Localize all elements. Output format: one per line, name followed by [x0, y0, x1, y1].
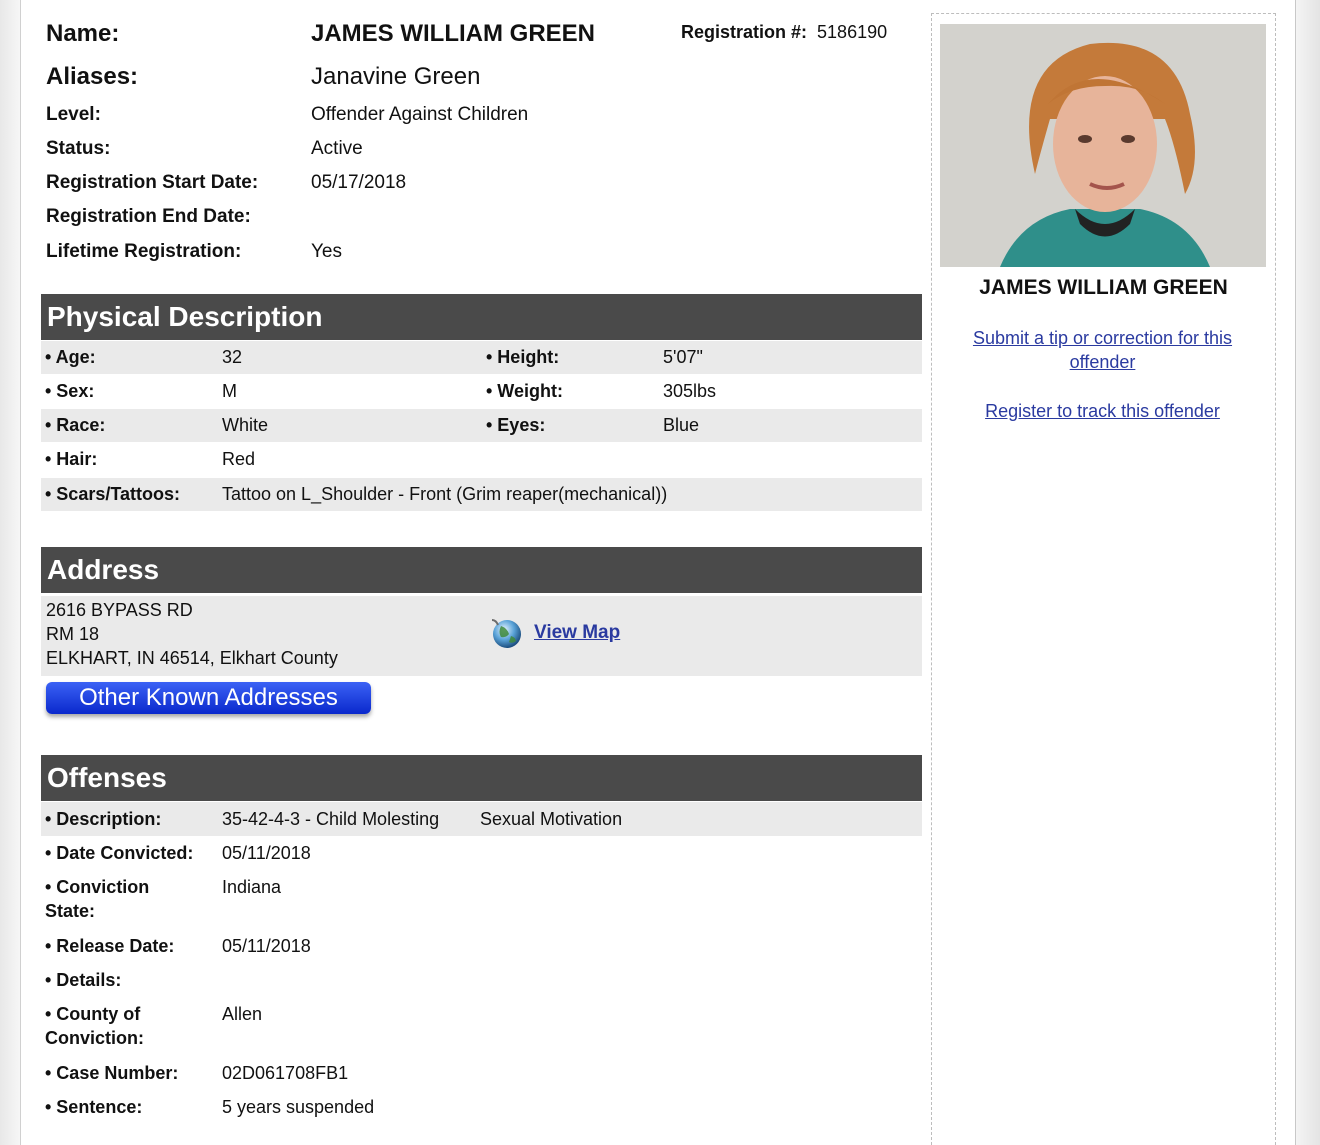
level-value: Offender Against Children — [311, 104, 529, 125]
county-label: • County of Conviction: — [45, 1004, 144, 1048]
offense-row-conviction-state: • Conviction State: Indiana — [41, 870, 922, 928]
aliases-label: Aliases: — [46, 63, 139, 90]
scars-label: • Scars/Tattoos: — [45, 484, 180, 504]
registration-value: 5186190 — [817, 22, 888, 42]
globe-icon[interactable] — [489, 616, 523, 650]
offense-row-description: • Description: 35-42-4-3 - Child Molesti… — [41, 802, 922, 836]
photo-placeholder-icon — [940, 24, 1266, 267]
description-extra: Sexual Motivation — [480, 809, 623, 829]
sex-value: M — [222, 381, 237, 401]
registration-number: Registration #: 5186190 — [681, 22, 887, 43]
physical-row-hair: • Hair: Red — [41, 443, 922, 476]
case-number-label: • Case Number: — [45, 1063, 179, 1083]
case-number-value: 02D061708FB1 — [222, 1063, 349, 1083]
eyes-value: Blue — [663, 415, 700, 435]
physical-row-sex-weight: • Sex: M • Weight: 305lbs — [41, 375, 922, 408]
lifetime-label: Lifetime Registration: — [46, 241, 242, 262]
conviction-state-value: Indiana — [222, 877, 282, 897]
address-header: Address — [41, 547, 922, 593]
offender-photo — [940, 24, 1266, 267]
description-label: • Description: — [45, 809, 162, 829]
offense-row-sentence: • Sentence: 5 years suspended — [41, 1090, 922, 1124]
view-map-link[interactable]: View Map — [534, 622, 620, 644]
other-known-addresses-button[interactable]: Other Known Addresses — [46, 682, 371, 714]
offense-row-details: • Details: — [41, 963, 922, 997]
physical-row-scars: • Scars/Tattoos: Tattoo on L_Shoulder - … — [41, 478, 922, 511]
address-line3: ELKHART, IN 46514, Elkhart County — [46, 648, 338, 668]
sentence-value: 5 years suspended — [222, 1097, 375, 1117]
reg-end-label: Registration End Date: — [46, 206, 251, 227]
physical-description-header: Physical Description — [41, 294, 922, 340]
level-label: Level: — [46, 104, 101, 125]
height-label: • Height: — [486, 347, 560, 367]
release-date-label: • Release Date: — [45, 936, 175, 956]
offense-row-release-date: • Release Date: 05/11/2018 — [41, 929, 922, 963]
release-date-value: 05/11/2018 — [222, 936, 311, 956]
physical-row-race-eyes: • Race: White • Eyes: Blue — [41, 409, 922, 442]
window-frame-right — [1295, 0, 1320, 1145]
submit-tip-link[interactable]: Submit a tip or correction for this offe… — [945, 326, 1260, 374]
sex-label: • Sex: — [45, 381, 95, 401]
details-label: • Details: — [45, 970, 122, 990]
hair-value: Red — [222, 449, 256, 469]
weight-value: 305lbs — [663, 381, 717, 401]
offense-row-county: • County of Conviction: Allen — [41, 997, 922, 1055]
reg-start-label: Registration Start Date: — [46, 172, 259, 193]
offense-row-date-convicted: • Date Convicted: 05/11/2018 — [41, 836, 922, 870]
address-line1: 2616 BYPASS RD — [46, 600, 193, 620]
conviction-state-label: • Conviction State: — [45, 877, 150, 921]
lifetime-value: Yes — [311, 241, 342, 262]
offense-row-case-number: • Case Number: 02D061708FB1 — [41, 1056, 922, 1090]
county-value: Allen — [222, 1004, 263, 1024]
eyes-label: • Eyes: — [486, 415, 546, 435]
window-frame-left — [0, 0, 21, 1145]
date-convicted-label: • Date Convicted: — [45, 843, 194, 863]
race-value: White — [222, 415, 269, 435]
race-label: • Race: — [45, 415, 106, 435]
weight-label: • Weight: — [486, 381, 563, 401]
register-track-link[interactable]: Register to track this offender — [945, 399, 1260, 423]
description-value: 35-42-4-3 - Child Molesting — [222, 809, 440, 829]
age-value: 32 — [222, 347, 243, 367]
status-label: Status: — [46, 138, 111, 159]
physical-row-age-height: • Age: 32 • Height: 5'07" — [41, 341, 922, 374]
reg-start-value: 05/17/2018 — [311, 172, 407, 193]
status-value: Active — [311, 138, 363, 159]
offenses-header: Offenses — [41, 755, 922, 801]
height-value: 5'07" — [663, 347, 703, 367]
sidebar-offender-name: JAMES WILLIAM GREEN — [979, 276, 1228, 299]
name-value: JAMES WILLIAM GREEN — [311, 20, 596, 47]
address-box: 2616 BYPASS RD RM 18 ELKHART, IN 46514, … — [41, 596, 922, 676]
scars-value: Tattoo on L_Shoulder - Front (Grim reape… — [222, 484, 668, 504]
sentence-label: • Sentence: — [45, 1097, 143, 1117]
address-line2: RM 18 — [46, 624, 100, 644]
aliases-value: Janavine Green — [311, 63, 481, 90]
hair-label: • Hair: — [45, 449, 98, 469]
name-label: Name: — [46, 20, 120, 47]
age-label: • Age: — [45, 347, 96, 367]
date-convicted-value: 05/11/2018 — [222, 843, 311, 863]
registration-label: Registration #: — [681, 22, 808, 42]
